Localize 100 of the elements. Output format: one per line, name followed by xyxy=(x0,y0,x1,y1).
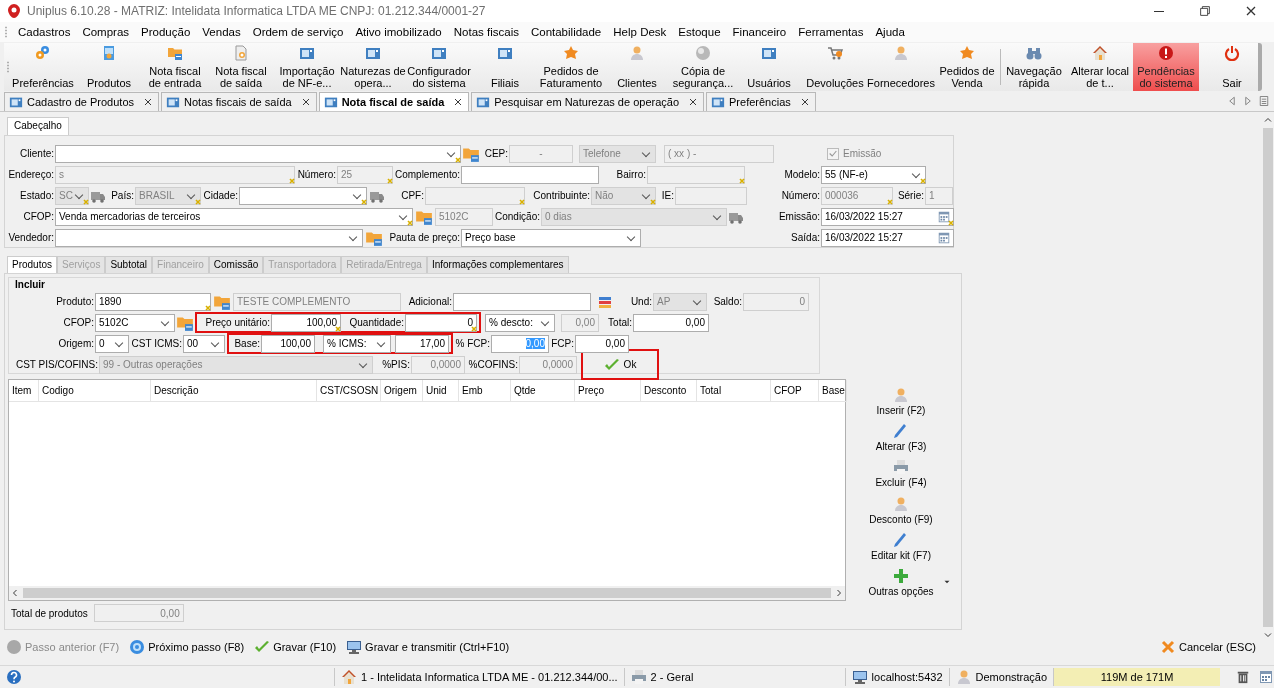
trash-icon[interactable] xyxy=(1236,670,1250,684)
section-tab[interactable]: Produtos xyxy=(7,256,58,273)
section-tab[interactable]: Informações complementares xyxy=(426,256,569,273)
calendar-icon[interactable] xyxy=(937,209,951,224)
menu-item[interactable]: Notas fiscais xyxy=(447,22,525,42)
menu-item[interactable]: Estoque xyxy=(672,22,727,42)
menu-item[interactable]: Cadastros xyxy=(12,22,77,42)
product-code-field[interactable]: 1890 xyxy=(95,292,211,311)
toolbar-button[interactable]: Pedidos de Faturamento xyxy=(538,43,604,91)
column-header[interactable]: Origem xyxy=(381,380,423,402)
cancel-button[interactable]: Cancelar (ESC) xyxy=(1157,639,1258,655)
menu-item[interactable]: Ferramentas xyxy=(792,22,870,42)
document-tab[interactable]: Notas fiscais de saída xyxy=(161,92,317,111)
section-tab[interactable]: Subtotal xyxy=(105,256,153,273)
column-header[interactable]: CST/CSOSN xyxy=(317,380,381,402)
star-icon xyxy=(959,45,975,61)
menu-item[interactable]: Contabilidade xyxy=(524,22,608,42)
toolbar-button[interactable]: Usuários xyxy=(736,43,802,91)
help-icon[interactable] xyxy=(6,669,22,685)
toolbar-button[interactable]: Fornecedores xyxy=(868,43,934,91)
cfop-dropdown[interactable]: Venda mercadorias de terceiros xyxy=(55,207,413,226)
arrow-left-icon[interactable] xyxy=(1226,95,1238,107)
model-dropdown[interactable]: 55 (NF-e) xyxy=(821,165,926,184)
menu-item[interactable]: Ativo imobilizado xyxy=(349,22,448,42)
column-header[interactable]: Base xyxy=(819,380,847,402)
column-header[interactable]: Desconto xyxy=(641,380,697,402)
menu-item[interactable]: Ordem de serviço xyxy=(246,22,350,42)
section-tab[interactable]: Comissão xyxy=(208,256,264,273)
toolbar-button[interactable]: Preferências xyxy=(10,43,76,91)
complement-field[interactable] xyxy=(461,165,599,184)
toolbar-button[interactable]: Naturezas de opera... xyxy=(340,43,406,91)
step-button[interactable]: Próximo passo (F8) xyxy=(127,639,247,655)
toolbar-button[interactable]: Filiais xyxy=(472,43,538,91)
menu-item[interactable]: Help Desk xyxy=(607,22,673,42)
column-header[interactable]: Unid xyxy=(423,380,459,402)
client-dropdown[interactable] xyxy=(55,144,461,163)
icms-type-dropdown[interactable]: % ICMS: xyxy=(323,334,391,353)
column-header[interactable]: Item xyxy=(9,380,39,402)
unit-price-field[interactable]: 100,00 xyxy=(271,313,341,332)
menu-item[interactable]: Compras xyxy=(76,22,136,42)
action-button[interactable]: Desconto (F9) xyxy=(867,492,935,529)
menu-item[interactable]: Financeiro xyxy=(726,22,793,42)
issue-date-field[interactable]: 16/03/2022 15:27 xyxy=(821,207,954,226)
action-button[interactable]: Editar kit (F7) xyxy=(869,528,933,565)
origin-dropdown[interactable]: 0 xyxy=(95,334,129,353)
price-list-dropdown[interactable]: Preço base xyxy=(461,228,641,247)
action-button[interactable]: Inserir (F2) xyxy=(874,383,928,420)
document-tab[interactable]: Nota fiscal de saída xyxy=(318,92,470,111)
column-header[interactable]: Codigo xyxy=(39,380,151,402)
arrow-right-icon[interactable] xyxy=(1242,95,1254,107)
toolbar-button[interactable]: Importação de NF-e... xyxy=(274,43,340,91)
discount-type-dropdown[interactable]: % descto: xyxy=(485,313,555,332)
toolbar-button[interactable]: Devoluções xyxy=(802,43,868,91)
seller-dropdown[interactable] xyxy=(55,228,363,247)
close-icon[interactable] xyxy=(142,96,154,108)
toolbar-button[interactable]: Navegação rápida xyxy=(1001,43,1067,91)
toolbar-button[interactable]: Pedidos de Venda xyxy=(934,43,1000,91)
column-header[interactable]: Preço xyxy=(575,380,641,402)
additional-field[interactable] xyxy=(453,292,591,311)
city-dropdown[interactable] xyxy=(239,186,367,205)
toolbar-button[interactable]: Nota fiscal de entrada xyxy=(142,43,208,91)
document-tab[interactable]: Pesquisar em Naturezas de operação xyxy=(471,92,705,111)
menu-item[interactable]: Produção xyxy=(135,22,197,42)
action-button[interactable]: Excluir (F4) xyxy=(873,455,929,492)
icms-rate-field[interactable]: 17,00 xyxy=(395,334,449,353)
base-field[interactable]: 100,00 xyxy=(261,334,315,353)
horizontal-scrollbar[interactable] xyxy=(9,586,845,600)
action-button[interactable]: Outras opções xyxy=(866,564,936,601)
action-button[interactable]: Alterar (F3) xyxy=(873,419,929,456)
step-button[interactable]: Gravar (F10) xyxy=(252,639,339,655)
toolbar-button[interactable]: Cópia de segurança... xyxy=(670,43,736,91)
toolbar-button[interactable]: Clientes xyxy=(604,43,670,91)
cfop-dropdown[interactable]: 5102C xyxy=(95,313,175,332)
toolbar-button[interactable]: Sair xyxy=(1199,43,1265,91)
column-header[interactable]: Emb xyxy=(459,380,511,402)
ok-button[interactable]: Ok xyxy=(585,352,655,377)
form-tab[interactable]: Cabeçalho xyxy=(7,117,69,135)
toolbar-button[interactable]: Alterar local de t... xyxy=(1067,43,1133,91)
total-field[interactable]: 0,00 xyxy=(633,313,709,332)
menu-item[interactable]: Ajuda xyxy=(869,22,911,42)
exit-date-field[interactable]: 16/03/2022 15:27 xyxy=(821,228,954,247)
circle-icon xyxy=(6,639,22,655)
toolbar-button[interactable]: Pendências do sistema xyxy=(1133,43,1199,91)
calendar-icon[interactable] xyxy=(937,230,951,245)
column-header[interactable]: Qtde xyxy=(511,380,575,402)
column-header[interactable]: CFOP xyxy=(771,380,819,402)
toolbar-button[interactable]: Nota fiscal de saída xyxy=(208,43,274,91)
column-header[interactable]: Descrição xyxy=(151,380,317,402)
column-header[interactable]: Total xyxy=(697,380,771,402)
quantity-field[interactable]: 0 xyxy=(405,313,477,332)
menu-item[interactable]: Vendas xyxy=(196,22,247,42)
calendar-icon[interactable] xyxy=(1258,669,1274,685)
fcp-value-field[interactable]: 0,00 xyxy=(575,334,629,353)
step-button[interactable]: Gravar e transmitir (Ctrl+F10) xyxy=(344,639,512,655)
toolbar-button[interactable]: Configurador do sistema xyxy=(406,43,472,91)
document-tab[interactable]: Cadastro de Produtos xyxy=(4,92,159,111)
document-tab[interactable]: Preferências xyxy=(706,92,816,111)
toolbar-button[interactable]: Produtos xyxy=(76,43,142,91)
cst-icms-dropdown[interactable]: 00 xyxy=(183,334,225,353)
list-icon[interactable] xyxy=(1258,95,1270,107)
